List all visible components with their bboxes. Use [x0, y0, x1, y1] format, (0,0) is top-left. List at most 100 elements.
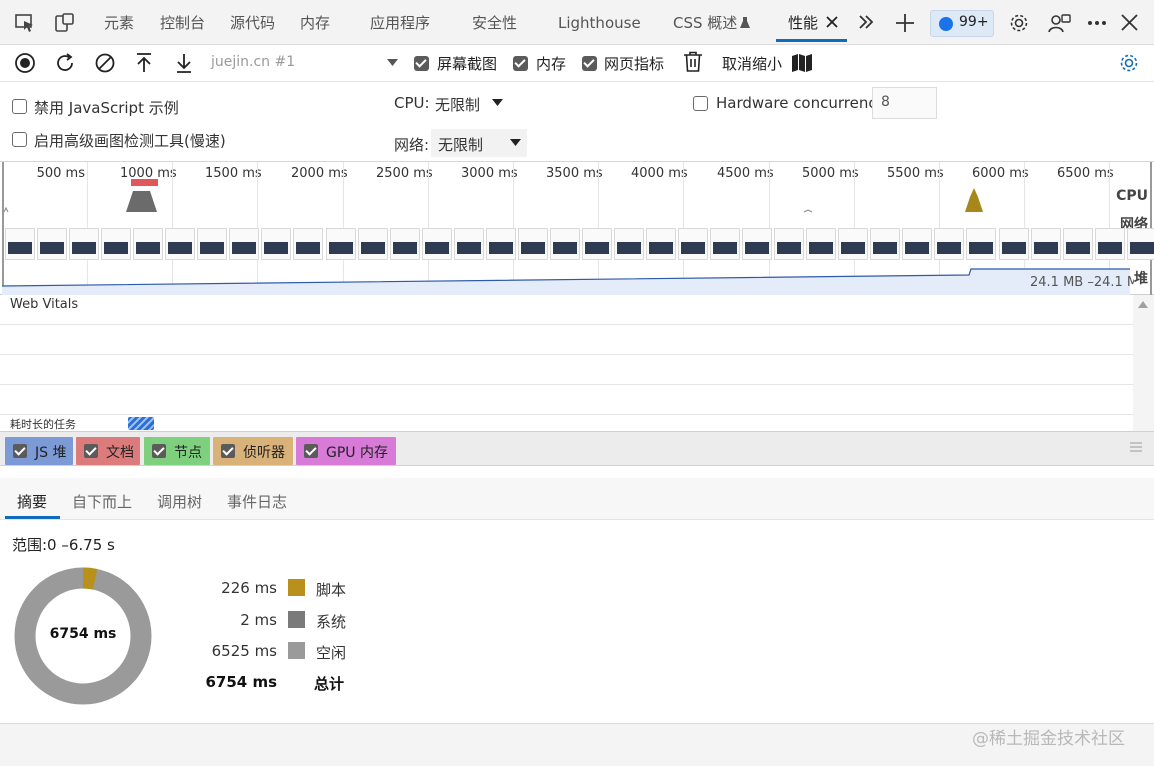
tab-sources[interactable]: 源代码 — [230, 0, 275, 45]
network-throttle-select[interactable]: 无限制 — [438, 134, 483, 155]
tab-lighthouse[interactable]: Lighthouse — [558, 0, 641, 45]
legend-nodes-label: 节点 — [174, 445, 202, 461]
checkbox-icon — [84, 444, 98, 458]
summary-system-value: 2 ms — [240, 611, 277, 629]
inspect-element-icon[interactable] — [14, 12, 36, 34]
feedback-icon[interactable] — [1048, 12, 1072, 34]
timeline-flame-area[interactable]: Web Vitals 耗时长的任务 — [0, 295, 1154, 431]
screenshot-thumbnail[interactable] — [261, 228, 291, 260]
settings-gear-icon[interactable] — [1008, 12, 1030, 34]
active-tab-indicator — [776, 39, 847, 42]
screenshot-thumbnail[interactable] — [582, 228, 612, 260]
tab-application[interactable]: 应用程序 — [370, 0, 430, 45]
web-vitals-checkbox[interactable] — [582, 56, 597, 71]
footer-area: @稀土掘金技术社区 — [0, 724, 1154, 766]
screenshots-checkbox[interactable] — [414, 56, 429, 71]
screenshot-thumbnail[interactable] — [742, 228, 772, 260]
screenshot-thumbnail[interactable] — [293, 228, 323, 260]
screenshot-thumbnail[interactable] — [37, 228, 67, 260]
drag-handle-icon[interactable] — [1130, 442, 1142, 452]
map-icon[interactable] — [791, 53, 813, 73]
vertical-scrollbar[interactable] — [1133, 295, 1154, 431]
screenshot-thumbnail[interactable] — [838, 228, 868, 260]
close-tab-icon[interactable] — [826, 16, 838, 28]
capture-settings-icon[interactable] — [1118, 52, 1140, 74]
screenshot-thumbnail[interactable] — [678, 228, 708, 260]
more-tabs-icon[interactable] — [858, 15, 874, 29]
screenshot-thumbnail[interactable] — [165, 228, 195, 260]
disable-js-samples-checkbox[interactable] — [12, 99, 27, 114]
tab-summary[interactable]: 摘要 — [17, 491, 47, 512]
hw-concurrency-value: 8 — [881, 94, 890, 110]
screenshot-thumbnail[interactable] — [1031, 228, 1061, 260]
advanced-paint-checkbox[interactable] — [12, 132, 27, 147]
screenshot-thumbnail[interactable] — [390, 228, 420, 260]
close-devtools-icon[interactable] — [1121, 14, 1138, 31]
more-options-icon[interactable] — [1087, 20, 1107, 26]
legend-documents[interactable]: 文档 — [76, 437, 140, 465]
network-dropdown-icon[interactable] — [510, 139, 521, 147]
legend-js-heap[interactable]: JS 堆 — [5, 437, 73, 465]
screenshot-thumbnail[interactable] — [806, 228, 836, 260]
donut-scripting-slice — [82, 567, 98, 590]
memory-checkbox[interactable] — [513, 56, 528, 71]
screenshot-thumbnail[interactable] — [229, 228, 259, 260]
memory-counters-legend: JS 堆 文档 节点 侦听器 GPU 内存 — [0, 431, 1154, 466]
trash-icon[interactable] — [683, 51, 703, 73]
screenshot-thumbnail[interactable] — [518, 228, 548, 260]
tab-bottom-up[interactable]: 自下而上 — [72, 491, 132, 512]
screenshot-thumbnail[interactable] — [774, 228, 804, 260]
target-dropdown-icon[interactable] — [387, 59, 398, 67]
screenshot-thumbnail[interactable] — [358, 228, 388, 260]
hw-concurrency-input[interactable]: 8 — [872, 87, 937, 119]
screenshot-thumbnail[interactable] — [1095, 228, 1125, 260]
tab-elements[interactable]: 元素 — [104, 0, 134, 45]
legend-gpu-memory[interactable]: GPU 内存 — [296, 437, 396, 465]
screenshot-thumbnail[interactable] — [614, 228, 644, 260]
screenshot-thumbnail[interactable] — [1063, 228, 1093, 260]
clear-icon[interactable] — [94, 52, 116, 74]
device-emulation-icon[interactable] — [54, 12, 76, 34]
hw-concurrency-checkbox[interactable] — [693, 96, 708, 111]
screenshot-thumbnail[interactable] — [646, 228, 676, 260]
timeline-overview[interactable]: 500 ms 1000 ms 1500 ms 2000 ms 2500 ms 3000 m… — [0, 162, 1154, 295]
legend-listeners[interactable]: 侦听器 — [213, 437, 293, 465]
screenshot-thumbnail[interactable] — [69, 228, 99, 260]
scroll-up-icon[interactable] — [1138, 301, 1148, 308]
add-tab-icon[interactable] — [895, 13, 915, 33]
record-icon[interactable] — [14, 52, 36, 74]
screenshot-thumbnail[interactable] — [934, 228, 964, 260]
long-task-bar[interactable] — [128, 417, 154, 430]
screenshot-thumbnail[interactable] — [1127, 228, 1154, 260]
tab-console[interactable]: 控制台 — [160, 0, 205, 45]
reload-record-icon[interactable] — [54, 52, 76, 74]
screenshot-thumbnail[interactable] — [902, 228, 932, 260]
screenshot-thumbnail[interactable] — [710, 228, 740, 260]
cpu-dropdown-icon[interactable] — [492, 99, 503, 107]
summary-total-label: 总计 — [314, 675, 345, 693]
tab-call-tree[interactable]: 调用树 — [157, 491, 202, 512]
screenshot-thumbnail[interactable] — [486, 228, 516, 260]
screenshot-thumbnail[interactable] — [5, 228, 35, 260]
load-profile-icon[interactable] — [135, 52, 153, 74]
cpu-throttle-select[interactable]: 无限制 — [435, 94, 480, 115]
screenshot-thumbnail[interactable] — [197, 228, 227, 260]
screenshot-thumbnail[interactable] — [326, 228, 356, 260]
tab-event-log[interactable]: 事件日志 — [227, 491, 287, 512]
issues-badge[interactable]: 99+ — [930, 10, 994, 37]
unzoom-button[interactable]: 取消缩小 — [722, 53, 782, 74]
screenshot-thumbnail[interactable] — [101, 228, 131, 260]
save-profile-icon[interactable] — [175, 52, 193, 74]
screenshot-thumbnail[interactable] — [133, 228, 163, 260]
screenshot-thumbnail[interactable] — [454, 228, 484, 260]
tab-memory[interactable]: 内存 — [300, 0, 330, 45]
screenshot-thumbnail[interactable] — [550, 228, 580, 260]
screenshot-thumbnail[interactable] — [999, 228, 1029, 260]
idle-swatch — [288, 642, 305, 659]
screenshot-thumbnail[interactable] — [422, 228, 452, 260]
screenshot-thumbnail[interactable] — [870, 228, 900, 260]
tab-css-overview[interactable]: CSS 概述 — [673, 0, 737, 45]
screenshot-thumbnail[interactable] — [966, 228, 996, 260]
legend-nodes[interactable]: 节点 — [144, 437, 210, 465]
tab-security[interactable]: 安全性 — [472, 0, 517, 45]
